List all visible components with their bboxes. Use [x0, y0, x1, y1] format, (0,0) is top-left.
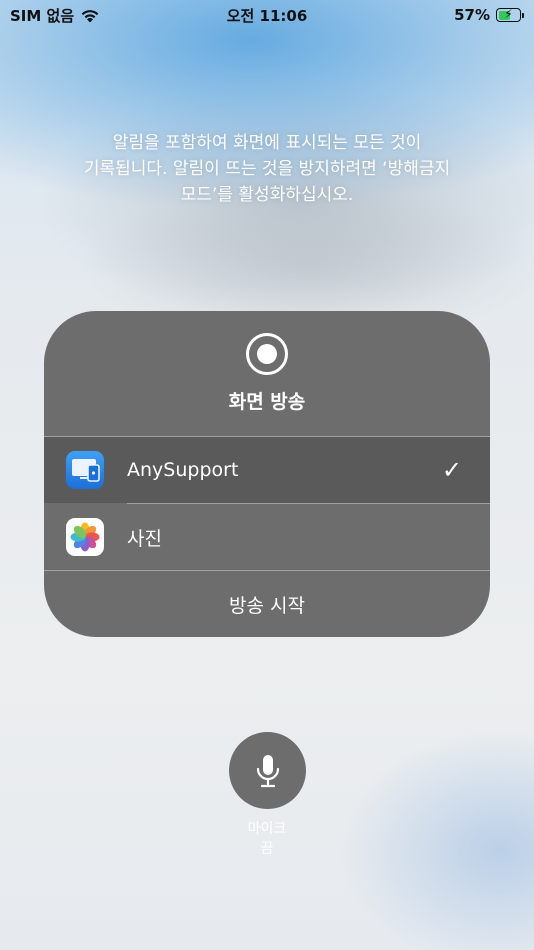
- warning-line-1: 알림을 포함하여 화면에 표시되는 모든 것이: [112, 133, 422, 153]
- app-name-anysupport: AnySupport: [127, 459, 239, 481]
- battery-percent: 57%: [454, 6, 490, 24]
- mic-label-line-1: 마이크: [247, 821, 287, 837]
- app-row-photos[interactable]: 사진: [44, 504, 490, 570]
- anysupport-app-icon: [66, 451, 104, 489]
- status-bar: SIM 없음 오전 11:06 57% ⚡: [0, 0, 534, 30]
- screen-broadcast-panel: 화면 방송 AnySupport ✓ 사진 방송 시작: [44, 311, 490, 637]
- microphone-icon: [256, 754, 279, 787]
- warning-line-2: 기록됩니다. 알림이 뜨는 것을 방지하려면 ‘방해금지: [83, 159, 451, 179]
- warning-line-3: 모드’를 활성화하십시오.: [180, 185, 354, 205]
- wifi-icon: [81, 9, 99, 22]
- app-row-anysupport[interactable]: AnySupport ✓: [44, 437, 490, 503]
- panel-title: 화면 방송: [228, 391, 306, 413]
- recording-warning: 알림을 포함하여 화면에 표시되는 모든 것이 기록됩니다. 알림이 뜨는 것을…: [40, 130, 494, 208]
- record-icon: [246, 333, 288, 375]
- microphone-toggle-button[interactable]: [229, 732, 306, 809]
- mic-label-line-2: 끔: [260, 841, 274, 857]
- photos-app-icon: [66, 518, 104, 556]
- app-name-photos: 사진: [127, 527, 162, 550]
- checkmark-icon: ✓: [441, 456, 462, 484]
- battery-icon: ⚡: [496, 7, 524, 22]
- status-left: SIM 없음: [10, 5, 100, 26]
- start-broadcast-button[interactable]: 방송 시작: [44, 571, 490, 637]
- microphone-status-label: 마이크 끔: [217, 819, 317, 859]
- charging-bolt-icon: ⚡: [504, 7, 513, 21]
- status-right: 57% ⚡: [454, 6, 524, 24]
- carrier-label: SIM 없음: [10, 6, 75, 25]
